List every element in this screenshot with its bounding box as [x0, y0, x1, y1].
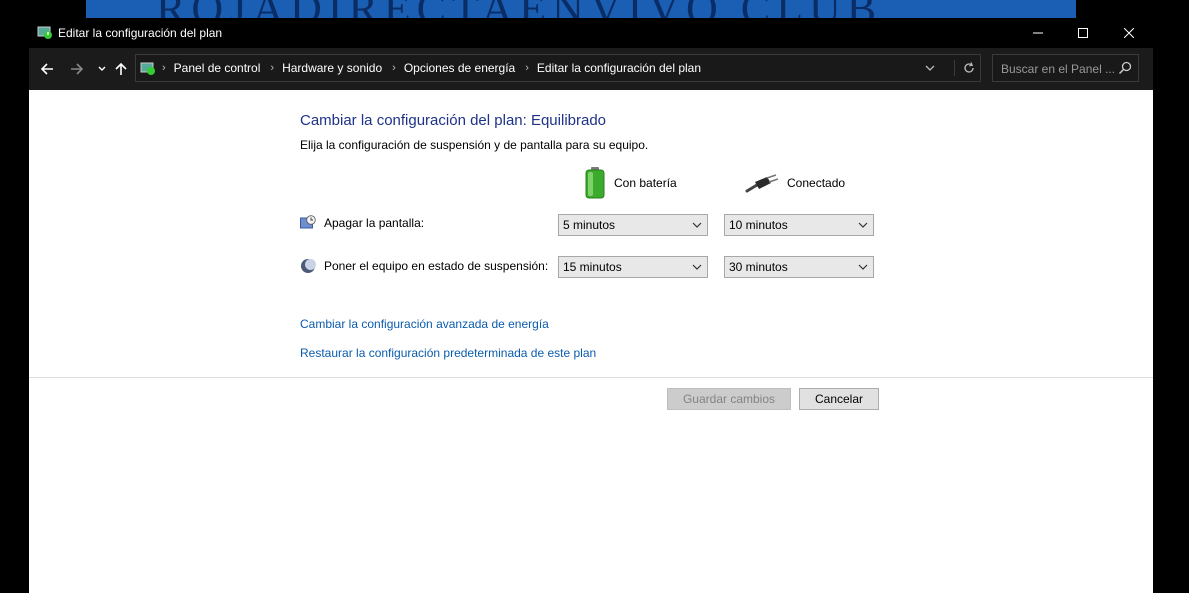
- select-value: 30 minutos: [729, 260, 788, 274]
- close-button[interactable]: [1106, 18, 1152, 48]
- breadcrumb-separator-icon: ›: [162, 62, 166, 74]
- power-options-icon: [37, 26, 52, 39]
- recent-locations-button[interactable]: [92, 59, 112, 79]
- breadcrumb-editar-plan[interactable]: Editar la configuración del plan: [537, 61, 701, 75]
- maximize-icon: [1078, 28, 1088, 38]
- page-subtitle: Elija la configuración de suspensión y d…: [300, 138, 649, 152]
- chevron-down-icon: [692, 222, 702, 228]
- arrow-left-icon: [40, 63, 53, 75]
- chevron-down-icon: [858, 264, 868, 270]
- display-off-battery-select[interactable]: 5 minutos: [558, 214, 708, 236]
- power-plug-icon: [745, 174, 779, 193]
- minimize-button[interactable]: [1015, 18, 1061, 48]
- search-icon[interactable]: [1117, 60, 1133, 76]
- arrow-right-icon: [71, 63, 84, 75]
- main-content: Cambiar la configuración del plan: Equil…: [29, 90, 1153, 593]
- close-icon: [1124, 28, 1134, 38]
- breadcrumb-hardware-y-sonido[interactable]: Hardware y sonido: [282, 61, 382, 75]
- minimize-icon: [1033, 32, 1043, 34]
- sleep-moon-icon: [301, 259, 316, 273]
- setting-label-sleep: Poner el equipo en estado de suspensión:: [324, 259, 549, 273]
- save-changes-button[interactable]: Guardar cambios: [667, 388, 791, 410]
- control-panel-window: Editar la configuración del plan › Panel…: [29, 18, 1153, 593]
- arrow-up-icon: [115, 62, 127, 75]
- column-label-battery: Con batería: [614, 176, 677, 190]
- background-banner: ROJADIRECTAENVIVO.CLUB: [86, 0, 1076, 18]
- chevron-down-icon: [925, 65, 935, 71]
- breadcrumb-opciones-de-energia[interactable]: Opciones de energía: [404, 61, 515, 75]
- sleep-plugged-select[interactable]: 30 minutos: [724, 256, 874, 278]
- chevron-down-icon: [692, 264, 702, 270]
- display-timer-icon: [300, 215, 316, 229]
- column-header-battery: Con batería: [584, 166, 677, 200]
- column-label-plugged: Conectado: [787, 176, 846, 190]
- breadcrumb-separator-icon: ›: [392, 62, 396, 74]
- sleep-battery-select[interactable]: 15 minutos: [558, 256, 708, 278]
- chevron-down-icon: [98, 66, 106, 71]
- cancel-button[interactable]: Cancelar: [799, 388, 879, 410]
- chevron-down-icon: [858, 222, 868, 228]
- search-input[interactable]: [993, 55, 1121, 83]
- select-value: 5 minutos: [563, 218, 616, 232]
- address-dropdown-button[interactable]: [922, 60, 938, 76]
- restore-defaults-link[interactable]: Restaurar la configuración predeterminad…: [300, 346, 596, 360]
- breadcrumb-separator-icon: ›: [525, 62, 529, 74]
- control-panel-icon: [140, 62, 155, 75]
- refresh-icon: [964, 62, 974, 73]
- display-off-plugged-select[interactable]: 10 minutos: [724, 214, 874, 236]
- title-bar: Editar la configuración del plan: [29, 18, 1153, 48]
- window-title: Editar la configuración del plan: [58, 26, 223, 40]
- refresh-button[interactable]: [954, 60, 977, 76]
- up-button[interactable]: [111, 59, 131, 79]
- address-bar: › Panel de control › Hardware y sonido ›…: [29, 48, 1153, 90]
- maximize-button[interactable]: [1060, 18, 1106, 48]
- setting-row-sleep: Poner el equipo en estado de suspensión:: [300, 258, 548, 274]
- advanced-settings-link[interactable]: Cambiar la configuración avanzada de ene…: [300, 317, 549, 331]
- page-title: Cambiar la configuración del plan: Equil…: [300, 112, 607, 129]
- breadcrumb-panel-de-control[interactable]: Panel de control: [174, 61, 261, 75]
- select-value: 10 minutos: [729, 218, 788, 232]
- breadcrumb-separator-icon: ›: [270, 62, 275, 74]
- breadcrumb[interactable]: › Panel de control › Hardware y sonido ›…: [135, 54, 981, 82]
- battery-icon: [585, 167, 605, 199]
- search-box[interactable]: [992, 54, 1139, 83]
- setting-label-display-off: Apagar la pantalla:: [324, 216, 425, 230]
- select-value: 15 minutos: [563, 260, 622, 274]
- setting-row-display-off: Apagar la pantalla:: [300, 215, 424, 231]
- column-header-plugged: Conectado: [745, 166, 845, 200]
- back-button[interactable]: [37, 59, 57, 79]
- divider: [29, 377, 1153, 378]
- forward-button[interactable]: [67, 59, 87, 79]
